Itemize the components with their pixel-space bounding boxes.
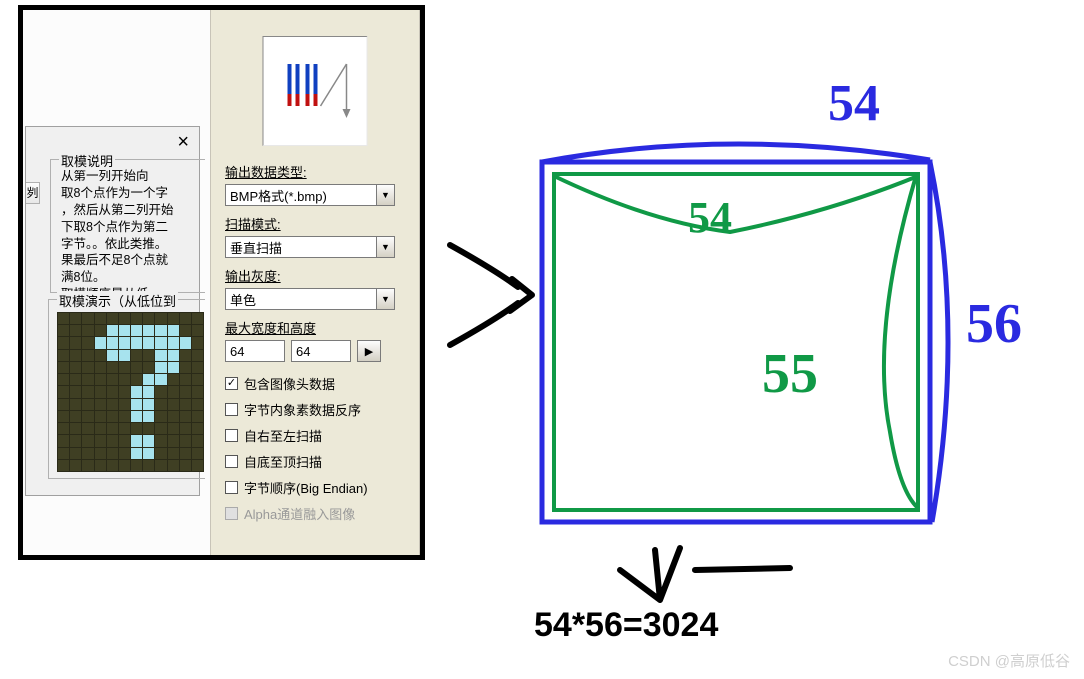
checkbox-row-5: Alpha通道融入图像 xyxy=(225,504,410,523)
tab-fragment: 刿 xyxy=(26,182,40,204)
checkbox-label: 包含图像头数据 xyxy=(244,374,335,393)
dim-label: 最大宽度和高度 xyxy=(225,318,410,337)
close-icon[interactable]: × xyxy=(177,131,189,154)
checkbox-row-4[interactable]: 字节顺序(Big Endian) xyxy=(225,478,410,497)
group-desc-text: 从第一列开始向 取8个点作为一个字 ，然后从第二列开始 下取8个点作为第二 字节… xyxy=(51,160,205,307)
checkbox-icon[interactable] xyxy=(225,403,238,416)
arrow-right-icon xyxy=(440,225,540,365)
checkbox-row-1[interactable]: 字节内象素数据反序 xyxy=(225,400,410,419)
scan-mode-combo[interactable]: 垂直扫描 ▼ xyxy=(225,236,395,258)
output-type-label: 输出数据类型: xyxy=(225,162,410,181)
group-description: 取模说明 从第一列开始向 取8个点作为一个字 ，然后从第二列开始 下取8个点作为… xyxy=(50,159,205,293)
scan-mode-label: 扫描模式: xyxy=(225,214,410,233)
checkbox-icon[interactable]: ✓ xyxy=(225,377,238,390)
checkbox-row-0[interactable]: ✓ 包含图像头数据 xyxy=(225,374,410,393)
checkbox-label: Alpha通道融入图像 xyxy=(244,504,355,523)
chevron-down-icon[interactable]: ▼ xyxy=(376,237,394,257)
checkbox-label: 字节内象素数据反序 xyxy=(244,400,361,419)
chevron-down-icon[interactable]: ▼ xyxy=(376,185,394,205)
gray-combo[interactable]: 单色 ▼ xyxy=(225,288,395,310)
equation-text: 54*56=3024 xyxy=(534,606,718,645)
left-partial-dialog: 刿 × 取模说明 从第一列开始向 取8个点作为一个字 ，然后从第二列开始 下取8… xyxy=(25,126,200,496)
height-input[interactable]: 64 xyxy=(291,340,351,362)
checkbox-label: 字节顺序(Big Endian) xyxy=(244,478,368,497)
checkbox-icon[interactable] xyxy=(225,455,238,468)
annotation-frames xyxy=(530,132,970,542)
annot-outer-width: 54 xyxy=(828,74,880,133)
checkbox-icon[interactable] xyxy=(225,481,238,494)
output-type-value: BMP格式(*.bmp) xyxy=(226,186,327,205)
screenshot-frame: 刿 × 取模说明 从第一列开始向 取8个点作为一个字 ，然后从第二列开始 下取8… xyxy=(18,5,425,560)
group-desc-title: 取模说明 xyxy=(59,151,115,170)
settings-panel: 输出数据类型: BMP格式(*.bmp) ▼ 扫描模式: 垂直扫描 ▼ 输出灰度… xyxy=(210,10,420,555)
gray-value: 单色 xyxy=(226,290,256,309)
checkbox-icon[interactable] xyxy=(225,429,238,442)
annot-inner-height: 55 xyxy=(762,342,818,406)
annot-outer-height: 56 xyxy=(966,292,1022,356)
gray-label: 输出灰度: xyxy=(225,266,410,285)
checkbox-label: 自右至左扫描 xyxy=(244,426,322,445)
group-demo-title: 取模演示（从低位到 xyxy=(57,291,178,310)
output-type-combo[interactable]: BMP格式(*.bmp) ▼ xyxy=(225,184,395,206)
checkbox-row-2[interactable]: 自右至左扫描 xyxy=(225,426,410,445)
pixel-grid xyxy=(57,312,204,472)
arrow-down-icon xyxy=(600,530,800,610)
scan-preview xyxy=(263,36,368,146)
watermark: CSDN @高原低谷 xyxy=(948,650,1070,671)
width-input[interactable]: 64 xyxy=(225,340,285,362)
annot-inner-width: 54 xyxy=(688,192,732,243)
scan-mode-value: 垂直扫描 xyxy=(226,238,282,257)
scan-preview-icon xyxy=(270,46,360,136)
chevron-down-icon[interactable]: ▼ xyxy=(376,289,394,309)
run-button[interactable]: ▶ xyxy=(357,340,381,362)
checkbox-label: 自底至顶扫描 xyxy=(244,452,322,471)
group-demo: 取模演示（从低位到 xyxy=(48,299,205,479)
checkbox-row-3[interactable]: 自底至顶扫描 xyxy=(225,452,410,471)
checkbox-icon xyxy=(225,507,238,520)
